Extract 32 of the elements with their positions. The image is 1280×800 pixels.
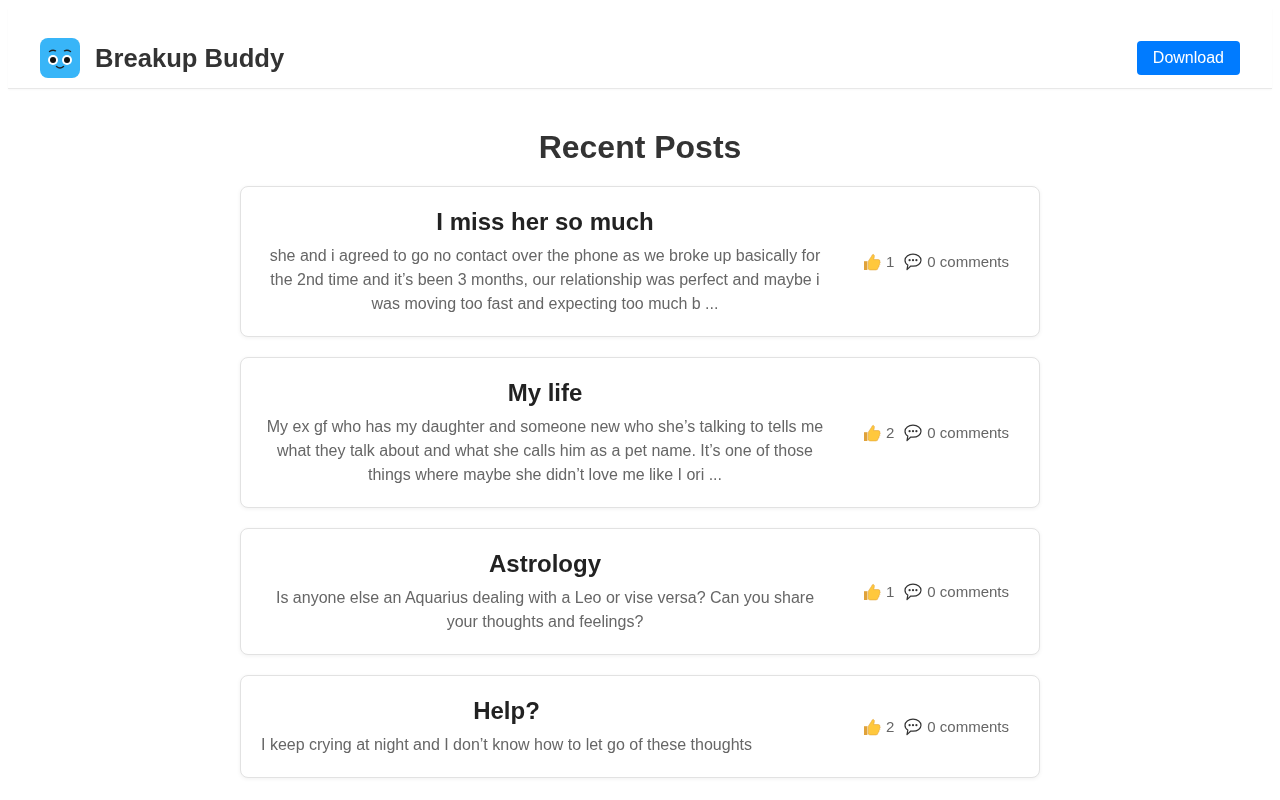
thumbs-up-icon (862, 717, 881, 736)
speech-bubble-icon (904, 717, 923, 736)
speech-bubble-icon (904, 423, 923, 442)
like-count: 1 (885, 583, 895, 600)
comment-count: 0 comments (927, 718, 1009, 735)
post-title: I miss her so much (435, 207, 655, 236)
comment-count: 0 comments (927, 583, 1009, 600)
download-button[interactable]: Download (1136, 41, 1240, 75)
thumbs-up-icon (862, 252, 881, 271)
thumbs-up-icon (862, 423, 881, 442)
post-title: Astrology (488, 549, 602, 578)
post-card[interactable] (240, 357, 1040, 508)
thumbs-up-icon (862, 582, 881, 601)
post-card[interactable]: Help? I keep crying at night and I don’t know how to let go of these thoughts 2 0 comments (240, 675, 1040, 778)
post-title: My life (506, 378, 584, 407)
like-count: 1 (885, 253, 895, 270)
post-excerpt: Is anyone else an Aquarius dealing with a Leo or vise versa? Can you share your thoughts and feelings? (274, 588, 816, 632)
comment-count: 0 comments (927, 424, 1009, 441)
post-excerpt: I keep crying at night and I don’t know how to let go of these thoughts (261, 735, 752, 755)
speech-bubble-icon (904, 252, 923, 271)
page-heading: Recent Posts (538, 129, 742, 166)
app-title: Breakup Buddy (95, 43, 285, 73)
like-count: 2 (885, 718, 895, 735)
post-excerpt: she and i agreed to go no contact over the phone as we broke up basically for the 2nd time and it’s been 3 months, our relationship was perfect and maybe i was moving too fast and expecting too much b ... (268, 246, 822, 314)
like-count: 2 (885, 424, 895, 441)
speech-bubble-icon (904, 582, 923, 601)
post-excerpt: My ex gf who has my daughter and someone new who she’s talking to tells me what they talk about and what she calls him as a pet name. It’s one of those things where maybe she didn’t love me like I ori ... (265, 417, 825, 485)
post-title: Help? (472, 696, 541, 725)
smiling-face-logo-icon (40, 38, 80, 78)
post-card[interactable]: Astrology Is anyone else an Aquarius dealing with a Leo or vise versa? Can you share your thoughts and feelings? 1 0 comments (240, 528, 1040, 655)
post-card[interactable] (240, 186, 1040, 337)
comment-count: 0 comments (927, 253, 1009, 270)
